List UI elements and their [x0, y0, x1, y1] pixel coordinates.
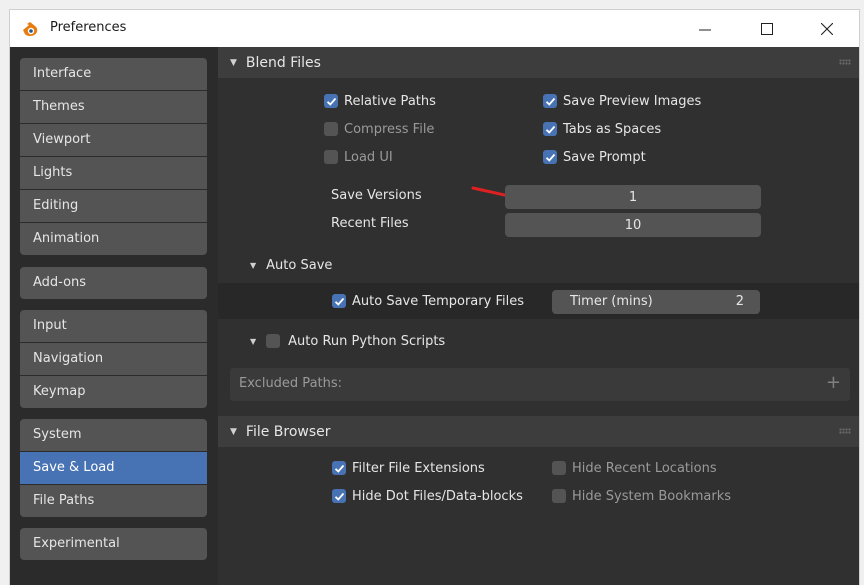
- sidebar-item-file-paths[interactable]: File Paths: [20, 485, 207, 517]
- sidebar: Interface Themes Viewport Lights Editing…: [10, 47, 218, 585]
- drag-grip-icon[interactable]: [839, 428, 851, 434]
- nav-group-input: Input Navigation Keymap: [20, 310, 207, 408]
- checkbox-checked-icon: [332, 489, 346, 503]
- checkbox-label: Filter File Extensions: [352, 460, 485, 476]
- sidebar-item-lights[interactable]: Lights: [20, 157, 207, 189]
- checkbox-label: Relative Paths: [344, 93, 436, 109]
- sidebar-item-save-load[interactable]: Save & Load: [20, 452, 207, 484]
- checkbox-label: Hide Dot Files/Data-blocks: [352, 488, 523, 504]
- checkbox-tabs-as-spaces[interactable]: Tabs as Spaces: [543, 118, 661, 140]
- subpanel-title: Auto Save: [266, 257, 333, 273]
- checkmark-icon: [326, 97, 336, 106]
- checkbox-label: Load UI: [344, 149, 393, 165]
- panel-header-file-browser[interactable]: ▼ File Browser: [218, 416, 859, 447]
- checkmark-icon: [334, 464, 344, 473]
- checkbox-hide-system-bookmarks[interactable]: Hide System Bookmarks: [552, 485, 731, 507]
- checkbox-checked-icon: [332, 461, 346, 475]
- sidebar-item-input[interactable]: Input: [20, 310, 207, 342]
- checkbox-label: Hide System Bookmarks: [572, 488, 732, 504]
- close-icon: [821, 23, 833, 35]
- subpanel-title: Auto Run Python Scripts: [288, 333, 446, 349]
- checkmark-icon: [334, 297, 344, 306]
- checkbox-unchecked-icon: [324, 150, 338, 164]
- subpanel-header-auto-run-python[interactable]: ▼ Auto Run Python Scripts: [218, 328, 859, 354]
- blender-logo-icon: [23, 22, 38, 36]
- checkmark-icon: [545, 153, 555, 162]
- sidebar-item-editing[interactable]: Editing: [20, 190, 207, 222]
- save-versions-label: Save Versions: [331, 188, 422, 203]
- drag-grip-icon[interactable]: [839, 59, 851, 65]
- sidebar-item-add-ons[interactable]: Add-ons: [20, 267, 207, 299]
- checkbox-filter-file-extensions[interactable]: Filter File Extensions: [332, 457, 485, 479]
- add-path-icon[interactable]: +: [826, 372, 841, 393]
- sidebar-item-interface[interactable]: Interface: [20, 58, 207, 90]
- sidebar-item-viewport[interactable]: Viewport: [20, 124, 207, 156]
- window-title: Preferences: [50, 20, 127, 35]
- subpanel-header-auto-save[interactable]: ▼ Auto Save: [218, 252, 859, 278]
- nav-group-ui: Interface Themes Viewport Lights Editing…: [20, 58, 207, 255]
- checkbox-checked-icon: [543, 94, 557, 108]
- panel-title: File Browser: [245, 423, 331, 440]
- checkbox-save-prompt[interactable]: Save Prompt: [543, 146, 646, 168]
- checkbox-checked-icon: [324, 94, 338, 108]
- checkbox-label: Save Prompt: [563, 149, 646, 165]
- checkbox-label: Compress File: [344, 121, 435, 137]
- main-panel: ▼ Blend Files Relative Paths Compress Fi…: [218, 47, 859, 585]
- save-versions-field[interactable]: 1: [505, 185, 761, 209]
- checkbox-unchecked-icon: [552, 489, 566, 503]
- checkbox-label: Hide Recent Locations: [572, 460, 717, 476]
- checkbox-hide-recent-locations[interactable]: Hide Recent Locations: [552, 457, 717, 479]
- checkbox-auto-run-python[interactable]: [266, 334, 281, 348]
- recent-files-label: Recent Files: [331, 216, 409, 231]
- nav-group-system: System Save & Load File Paths: [20, 419, 207, 517]
- maximize-icon: [761, 23, 773, 35]
- timer-mins-field[interactable]: Timer (mins) 2: [552, 290, 760, 314]
- excluded-paths-box: Excluded Paths: +: [230, 368, 850, 401]
- checkbox-label: Save Preview Images: [563, 93, 702, 109]
- checkbox-label: Auto Save Temporary Files: [352, 293, 524, 309]
- checkbox-label: Tabs as Spaces: [563, 121, 662, 137]
- maximize-button[interactable]: [744, 10, 790, 48]
- sidebar-item-themes[interactable]: Themes: [20, 91, 207, 123]
- checkmark-icon: [545, 97, 555, 106]
- close-button[interactable]: [804, 10, 850, 48]
- sidebar-item-experimental[interactable]: Experimental: [20, 528, 207, 560]
- checkbox-compress-file[interactable]: Compress File: [324, 118, 434, 140]
- checkmark-icon: [545, 125, 555, 134]
- panel-title: Blend Files: [245, 54, 321, 71]
- minimize-icon: [699, 29, 711, 31]
- panel-header-blend-files[interactable]: ▼ Blend Files: [218, 47, 859, 78]
- checkbox-unchecked-icon: [552, 461, 566, 475]
- checkbox-unchecked-icon: [324, 122, 338, 136]
- recent-files-field[interactable]: 10: [505, 213, 761, 237]
- checkbox-save-preview-images[interactable]: Save Preview Images: [543, 90, 701, 112]
- triangle-down-icon: ▼: [250, 336, 257, 346]
- minimize-button[interactable]: [682, 10, 728, 48]
- timer-value: 2: [735, 294, 744, 309]
- excluded-paths-label: Excluded Paths:: [239, 376, 343, 391]
- checkbox-load-ui[interactable]: Load UI: [324, 146, 393, 168]
- triangle-down-icon: ▼: [230, 57, 237, 68]
- checkmark-icon: [334, 492, 344, 501]
- checkbox-checked-icon: [543, 122, 557, 136]
- auto-save-body: [218, 283, 859, 319]
- nav-group-addons: Add-ons: [20, 267, 207, 299]
- sidebar-item-animation[interactable]: Animation: [20, 223, 207, 255]
- sidebar-item-navigation[interactable]: Navigation: [20, 343, 207, 375]
- checkbox-hide-dot-files[interactable]: Hide Dot Files/Data-blocks: [332, 485, 523, 507]
- triangle-down-icon: ▼: [230, 426, 237, 437]
- checkbox-relative-paths[interactable]: Relative Paths: [324, 90, 436, 112]
- checkbox-checked-icon: [543, 150, 557, 164]
- sidebar-item-keymap[interactable]: Keymap: [20, 376, 207, 408]
- nav-group-experimental: Experimental: [20, 528, 207, 560]
- title-bar: Preferences: [9, 9, 860, 47]
- triangle-down-icon: ▼: [250, 260, 257, 270]
- checkbox-checked-icon: [332, 294, 346, 308]
- sidebar-item-system[interactable]: System: [20, 419, 207, 451]
- preferences-window: Interface Themes Viewport Lights Editing…: [9, 47, 860, 585]
- timer-label: Timer (mins): [570, 294, 653, 309]
- checkbox-auto-save-temporary-files[interactable]: Auto Save Temporary Files: [332, 290, 524, 312]
